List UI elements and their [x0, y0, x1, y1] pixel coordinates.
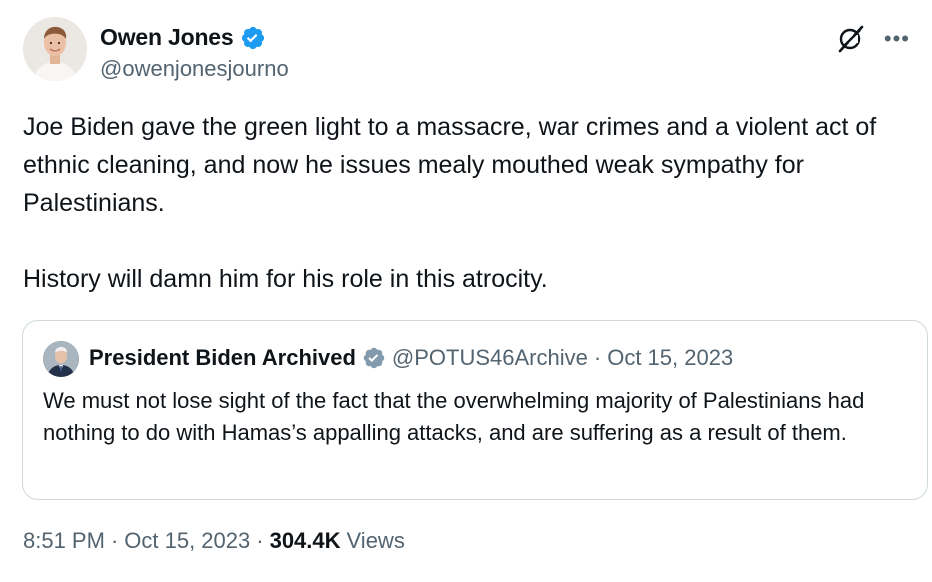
tweet-actions-top: ••• [836, 24, 910, 54]
quoted-header: President Biden Archived @POTUS46Archive… [89, 345, 733, 371]
grok-icon[interactable] [836, 24, 866, 54]
author-avatar[interactable] [23, 17, 87, 81]
verified-badge-icon[interactable] [240, 25, 266, 51]
footer-separator: · [256, 528, 264, 553]
views-count[interactable]: 304.4K [270, 528, 341, 554]
quoted-tweet[interactable]: President Biden Archived @POTUS46Archive… [22, 320, 928, 500]
quoted-handle[interactable]: @POTUS46Archive [392, 345, 588, 371]
gray-verified-badge-icon [362, 346, 386, 370]
more-icon[interactable]: ••• [884, 28, 910, 50]
tweet-card: Owen Jones @owenjonesjourno ••• Joe Bide… [0, 0, 932, 582]
author-handle[interactable]: @owenjonesjourno [100, 56, 289, 82]
tweet-text: Joe Biden gave the green light to a mass… [23, 113, 877, 293]
quoted-text: We must not lose sight of the fact that … [43, 388, 865, 445]
tweet-footer: 8:51 PM · Oct 15, 2023 · 304.4K Views [23, 528, 405, 554]
quoted-separator: · [593, 345, 602, 370]
footer-separator: · [110, 528, 119, 553]
tweet-date[interactable]: Oct 15, 2023 [124, 528, 250, 554]
author-display-name[interactable]: Owen Jones [100, 24, 234, 51]
author-name-row[interactable]: Owen Jones [100, 24, 266, 51]
views-label[interactable]: Views [347, 528, 405, 554]
quoted-date[interactable]: Oct 15, 2023 [607, 345, 733, 371]
quoted-author-avatar[interactable] [43, 341, 79, 377]
tweet-time[interactable]: 8:51 PM [23, 528, 105, 554]
quoted-display-name[interactable]: President Biden Archived [89, 345, 356, 371]
